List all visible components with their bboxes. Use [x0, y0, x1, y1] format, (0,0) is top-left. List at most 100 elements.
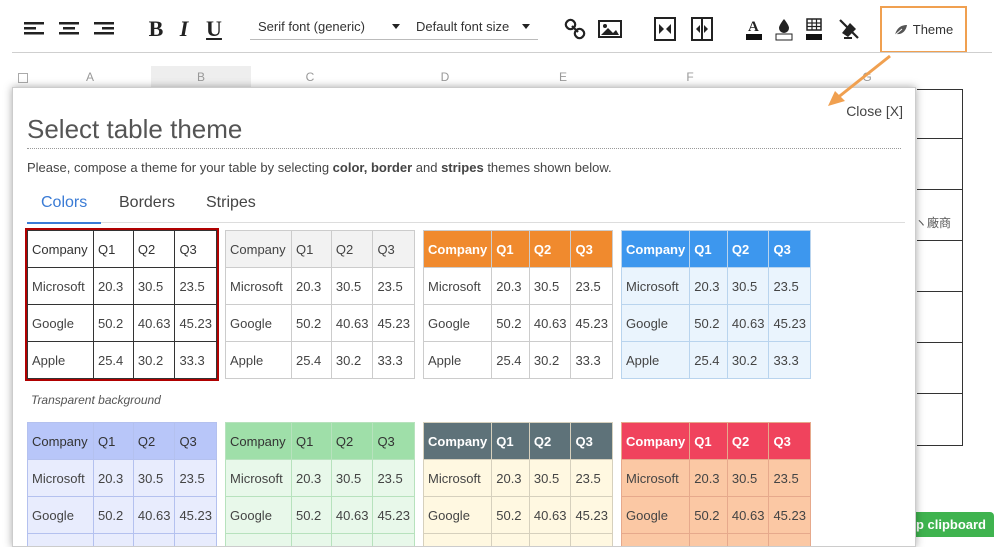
preview-cell: 45.23 [175, 497, 217, 534]
preview-header-row: CompanyQ1Q2Q3 [424, 231, 613, 268]
desc-bold: stripes [441, 160, 484, 175]
preview-cell: 20.3 [690, 460, 728, 497]
preview-cell: 30.2 [331, 534, 373, 547]
preview-row: Apple25.430.233.3 [622, 534, 811, 547]
theme-card-blue[interactable]: CompanyQ1Q2Q3Microsoft20.330.523.5Google… [621, 230, 811, 379]
split-cells-icon [691, 17, 713, 41]
column-header-b[interactable]: B [151, 66, 251, 88]
preview-header-cell: Q2 [727, 231, 769, 268]
preview-cell: 20.3 [291, 460, 331, 497]
sheet-cell[interactable] [917, 89, 963, 139]
merge-cells-button[interactable] [653, 14, 677, 44]
theme-preview-table: CompanyQ1Q2Q3Microsoft20.330.523.5Google… [225, 422, 415, 547]
preview-header-cell: Q2 [727, 423, 769, 460]
preview-header-row: CompanyQ1Q2Q3 [424, 423, 613, 460]
preview-cell: Apple [226, 342, 292, 379]
theme-card-orange[interactable]: CompanyQ1Q2Q3Microsoft20.330.523.5Google… [423, 230, 613, 379]
preview-cell: Apple [28, 534, 94, 547]
preview-cell: 30.5 [727, 460, 769, 497]
preview-header-cell: Q3 [175, 231, 217, 268]
column-header-d[interactable]: D [415, 66, 475, 88]
column-header-e[interactable]: E [533, 66, 593, 88]
close-button[interactable]: Close [X] [846, 103, 903, 119]
preview-cell: 45.23 [769, 305, 811, 342]
preview-cell: Google [622, 305, 690, 342]
preview-cell: 30.2 [529, 534, 571, 547]
theme-preview-table: CompanyQ1Q2Q3Microsoft20.330.523.5Google… [621, 230, 811, 379]
copy-to-clipboard-button[interactable]: p clipboard [910, 512, 994, 537]
preview-header-cell: Q2 [133, 423, 175, 460]
clear-format-icon [838, 18, 860, 40]
preview-cell: 40.63 [331, 305, 373, 342]
bold-button[interactable]: B [145, 14, 167, 44]
italic-button[interactable]: I [175, 14, 193, 44]
preview-cell: 20.3 [492, 460, 530, 497]
text-color-button[interactable]: A [744, 14, 764, 44]
preview-cell: 25.4 [291, 534, 331, 547]
tab-stripes[interactable]: Stripes [192, 192, 270, 222]
theme-card-slate[interactable]: CompanyQ1Q2Q3Microsoft20.330.523.5Google… [423, 422, 613, 547]
preview-header-cell: Company [424, 231, 492, 268]
preview-cell: Google [424, 497, 492, 534]
sheet-cell[interactable] [917, 343, 963, 394]
preview-cell: Microsoft [226, 460, 292, 497]
clear-format-button[interactable] [837, 14, 861, 44]
theme-button[interactable]: Theme [880, 6, 967, 53]
select-all-checkbox[interactable] [16, 66, 30, 88]
preview-cell: 23.5 [175, 460, 217, 497]
preview-cell: 40.63 [133, 497, 175, 534]
preview-cell: 23.5 [175, 268, 217, 305]
preview-cell: 33.3 [175, 342, 217, 379]
font-size-select[interactable]: Default font size [408, 14, 538, 40]
sheet-cell[interactable] [917, 292, 963, 343]
preview-row: Google50.240.6345.23 [424, 497, 613, 534]
column-header-g[interactable]: G [837, 66, 897, 88]
split-cells-button[interactable] [690, 14, 714, 44]
image-button[interactable] [597, 14, 623, 44]
align-center-button[interactable] [57, 14, 81, 44]
preview-cell: 40.63 [331, 497, 373, 534]
preview-cell: Microsoft [28, 460, 94, 497]
table-style-button[interactable] [804, 14, 824, 44]
sheet-cell[interactable] [917, 241, 963, 292]
sheet-cell-text: ヽ廠商 [915, 214, 951, 231]
column-header-a[interactable]: A [60, 66, 120, 88]
preview-row: Google50.240.6345.23 [28, 305, 217, 342]
link-button[interactable] [563, 14, 587, 44]
preview-header-cell: Q2 [529, 423, 571, 460]
theme-card-light-gray[interactable]: CompanyQ1Q2Q3Microsoft20.330.523.5Google… [225, 230, 415, 379]
preview-row: Google50.240.6345.23 [424, 305, 613, 342]
font-family-select[interactable]: Serif font (generic) [250, 14, 408, 40]
align-left-button[interactable] [22, 14, 46, 44]
preview-cell: 50.2 [690, 497, 728, 534]
theme-card-transparent[interactable]: CompanyQ1Q2Q3Microsoft20.330.523.5Google… [27, 230, 217, 379]
tab-colors[interactable]: Colors [27, 192, 101, 224]
tab-borders[interactable]: Borders [105, 192, 189, 222]
column-header-c[interactable]: C [280, 66, 340, 88]
fill-color-button[interactable] [774, 14, 794, 44]
preview-cell: 50.2 [291, 305, 331, 342]
align-right-button[interactable] [92, 14, 116, 44]
sheet-cell[interactable] [917, 394, 963, 446]
preview-header-cell: Q1 [492, 423, 530, 460]
preview-cell: 25.4 [93, 534, 133, 547]
preview-cell: 40.63 [727, 305, 769, 342]
preview-cell: 33.3 [769, 342, 811, 379]
preview-cell: 25.4 [492, 342, 530, 379]
theme-button-label: Theme [913, 22, 953, 37]
preview-cell: 33.3 [373, 534, 415, 547]
preview-cell: Microsoft [424, 460, 492, 497]
theme-card-red[interactable]: CompanyQ1Q2Q3Microsoft20.330.523.5Google… [621, 422, 811, 547]
preview-cell: 23.5 [373, 460, 415, 497]
theme-card-lavender[interactable]: CompanyQ1Q2Q3Microsoft20.330.523.5Google… [27, 422, 217, 547]
column-header-f[interactable]: F [660, 66, 720, 88]
preview-cell: Google [28, 497, 94, 534]
theme-card-green[interactable]: CompanyQ1Q2Q3Microsoft20.330.523.5Google… [225, 422, 415, 547]
preview-row: Apple25.430.233.3 [622, 342, 811, 379]
sheet-cell[interactable] [917, 139, 963, 190]
preview-cell: 25.4 [93, 342, 133, 379]
underline-button[interactable]: U [203, 14, 225, 44]
preview-row: Apple25.430.233.3 [424, 342, 613, 379]
preview-row: Apple25.430.233.3 [226, 342, 415, 379]
preview-row: Apple25.430.233.3 [28, 534, 217, 547]
